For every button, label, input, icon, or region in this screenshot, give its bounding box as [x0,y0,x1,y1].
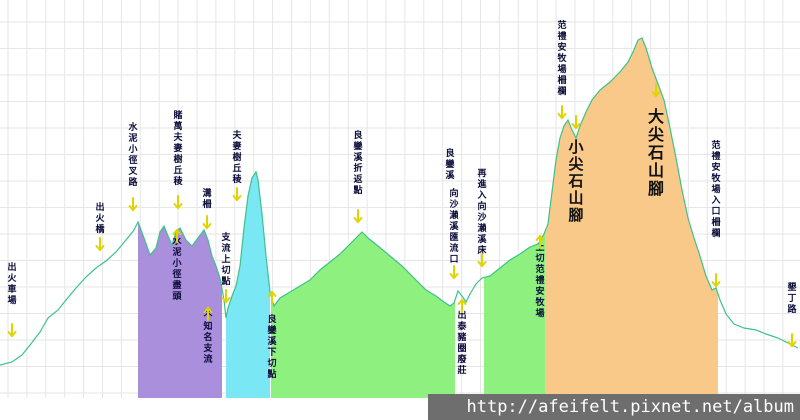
waypoint-label: 支流上切點 [220,231,231,287]
waypoint-label: 水泥小徑盡頭 [171,235,182,302]
segment-area-green [271,232,455,398]
waypoint-arrow-icon [353,209,363,224]
album-url-watermark: http://afeifelt.pixnet.net/album [428,394,800,420]
waypoint-label: 良鑾溪下切點 [266,313,277,380]
waypoint-label: 墾丁路 [787,281,797,315]
waypoint-label: 范禮安牧場入口柵欄 [710,139,721,239]
waypoint-label: 范禮安牧場柵欄 [557,19,567,97]
waypoint-label: 大尖石山腳 [647,107,664,198]
waypoint-label: 小尖石山腳 [567,138,583,224]
elevation-profile-svg: 出火車場出火橋水泥小徑叉路賭萬夫妻樹丘稜水泥小徑盡頭溝柵支流上切點不知名支流夫妻… [0,0,800,398]
waypoint-arrow-icon [128,197,138,212]
waypoint-label: 再進入向沙瀨溪床 [476,168,487,256]
waypoint-arrow-icon [571,115,581,130]
waypoint-label: 上切范禮安牧場 [535,241,545,319]
waypoint-label: 良鑾溪折返點 [352,129,363,196]
waypoint-label: 出火橋 [95,201,105,235]
elevation-chart: 出火車場 出火橋 水泥小徑叉路 賭萬夫妻樹丘稜 水泥小徑盡頭 溝柵 支流上切點 不知名支流 夫妻… [0,0,800,420]
waypoint-label: 良鑾溪 [444,147,455,181]
waypoint-label: 夫妻樹丘稜 [232,129,242,185]
waypoint-label: 溝柵 [202,187,211,210]
waypoint-label: 出泰豬圈廢莊 [456,309,467,376]
waypoint-label: 向沙瀨溪匯流口 [448,187,459,265]
waypoint-arrow-icon [202,215,212,230]
segment-area-cyan [226,172,270,398]
waypoint-label: 水泥小徑叉路 [127,121,138,188]
waypoint-arrow-icon [7,323,17,338]
waypoint-label: 出火車場 [7,261,17,306]
waypoint-arrow-icon [557,105,567,120]
waypoint-arrow-icon [449,265,459,280]
waypoint-arrow-icon [173,195,183,210]
waypoint-arrow-icon [711,273,721,288]
waypoint-label: 賭萬夫妻樹丘稜 [172,109,183,187]
